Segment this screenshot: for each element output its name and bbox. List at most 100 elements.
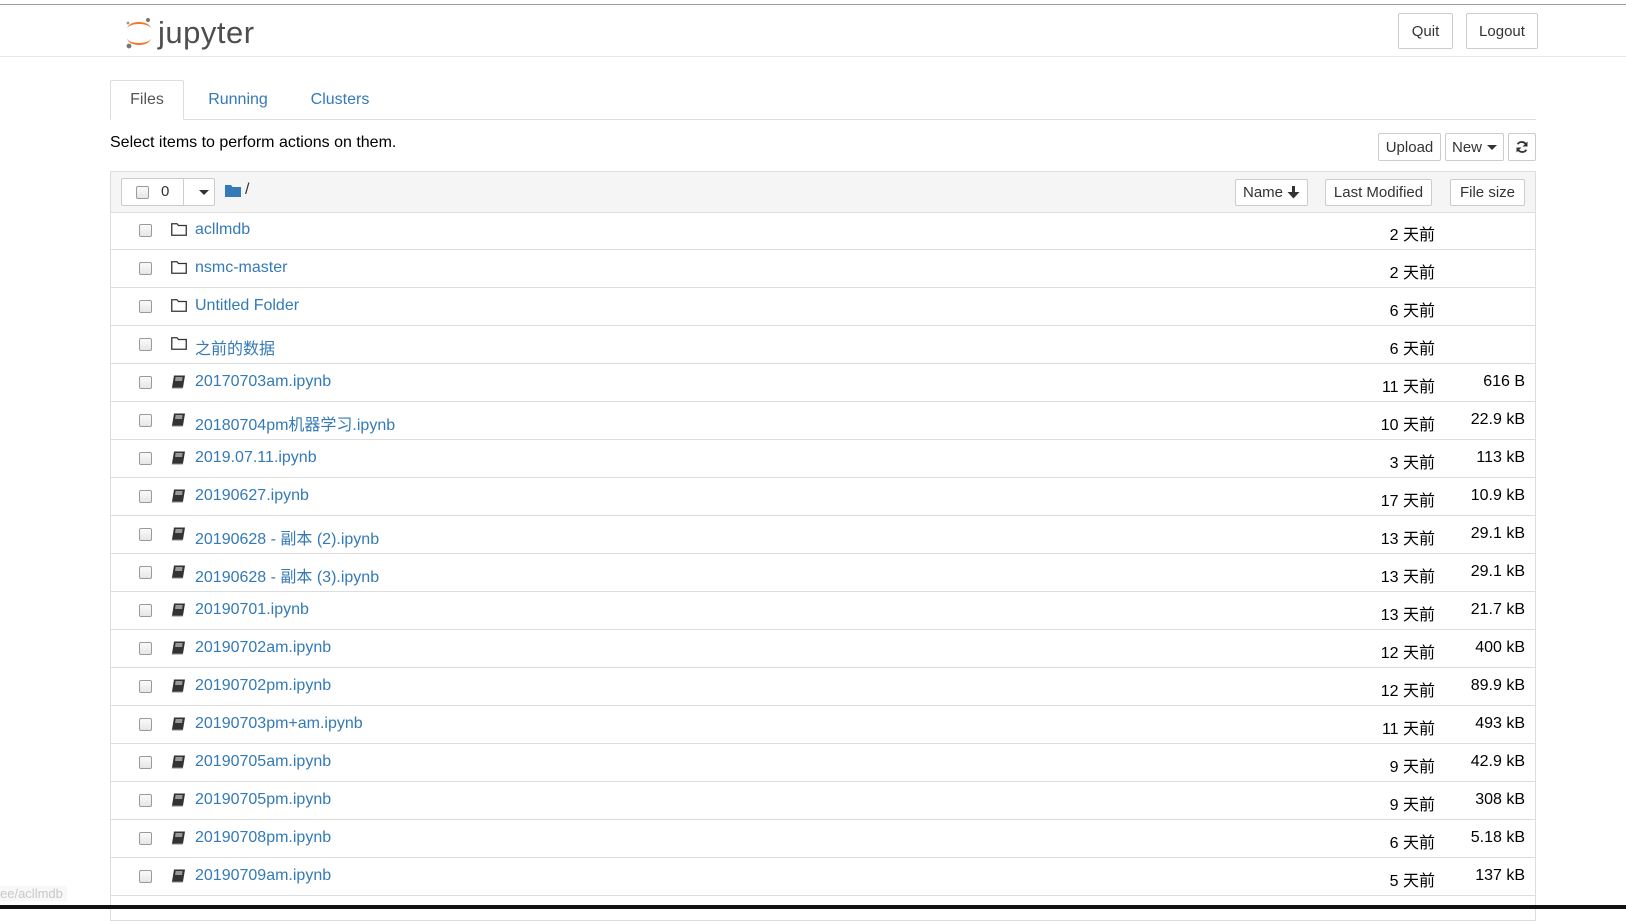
file-name-link[interactable]: 20190701.ipynb — [195, 601, 309, 619]
row-checkbox[interactable] — [139, 604, 152, 617]
folder-icon — [171, 337, 187, 355]
caret-down-icon — [1487, 144, 1497, 150]
new-label: New — [1451, 138, 1482, 156]
jupyter-logo[interactable]: jupyter — [124, 13, 255, 53]
row-checkbox[interactable] — [139, 642, 152, 655]
row-checkbox[interactable] — [139, 832, 152, 845]
file-name-link[interactable]: 20190627.ipynb — [195, 487, 309, 505]
row-checkbox[interactable] — [139, 794, 152, 807]
row-checkbox[interactable] — [139, 490, 152, 503]
file-row[interactable]: 20190709am.ipynb 5 天前 137 kB — [111, 858, 1535, 896]
sort-by-name-button[interactable]: Name — [1235, 179, 1308, 206]
row-checkbox[interactable] — [139, 262, 152, 275]
row-checkbox[interactable] — [139, 452, 152, 465]
breadcrumb[interactable]: / — [245, 181, 249, 199]
file-name-link[interactable]: 20180704pm机器学习.ipynb — [195, 411, 395, 435]
notebook-icon — [171, 717, 186, 736]
file-name-link[interactable]: 20190708pm.ipynb — [195, 829, 331, 847]
file-row[interactable]: Untitled Folder 6 天前 — [111, 288, 1535, 326]
notebook-icon — [171, 679, 186, 698]
file-name-link[interactable]: 20170703am.ipynb — [195, 373, 331, 391]
upload-button[interactable]: Upload — [1378, 133, 1441, 161]
file-name-link[interactable]: 20190705am.ipynb — [195, 753, 331, 771]
row-checkbox[interactable] — [139, 300, 152, 313]
file-size: 29.1 kB — [1470, 525, 1525, 542]
row-checkbox[interactable] — [139, 870, 152, 883]
notebook-icon — [171, 793, 186, 812]
file-last-modified: 11 天前 — [1381, 379, 1435, 396]
file-last-modified: 11 天前 — [1381, 721, 1435, 738]
tab-running[interactable]: Running — [198, 80, 278, 120]
file-last-modified: 13 天前 — [1380, 569, 1435, 586]
refresh-button[interactable] — [1508, 133, 1536, 161]
file-name-link[interactable]: 20190702am.ipynb — [195, 639, 331, 657]
file-name-link[interactable]: 20190628 - 副本 (3).ipynb — [195, 563, 379, 587]
select-all-checkbox[interactable] — [136, 186, 149, 199]
file-row[interactable]: acllmdb 2 天前 — [111, 212, 1535, 250]
file-name-link[interactable]: Untitled Folder — [195, 297, 299, 315]
file-row[interactable]: 20190705am.ipynb 9 天前 42.9 kB — [111, 744, 1535, 782]
file-last-modified: 2 天前 — [1389, 265, 1435, 282]
folder-icon[interactable] — [225, 184, 241, 197]
file-size: 400 kB — [1475, 639, 1525, 656]
row-checkbox[interactable] — [139, 224, 152, 237]
row-checkbox[interactable] — [139, 718, 152, 731]
file-row[interactable]: 20190702pm.ipynb 12 天前 89.9 kB — [111, 668, 1535, 706]
new-dropdown-button[interactable]: New — [1445, 133, 1504, 161]
notebook-icon — [171, 527, 186, 546]
file-row[interactable]: 20190703pm+am.ipynb 11 天前 493 kB — [111, 706, 1535, 744]
file-last-modified: 2 天前 — [1389, 227, 1435, 244]
row-checkbox[interactable] — [139, 528, 152, 541]
row-checkbox[interactable] — [139, 376, 152, 389]
row-checkbox[interactable] — [139, 566, 152, 579]
sort-by-modified-button[interactable]: Last Modified — [1325, 179, 1432, 206]
file-row[interactable]: nsmc-master 2 天前 — [111, 250, 1535, 288]
file-row[interactable]: 2019.07.11.ipynb 3 天前 113 kB — [111, 440, 1535, 478]
file-last-modified: 9 天前 — [1389, 797, 1435, 814]
notebook-icon — [171, 565, 186, 584]
file-name-link[interactable]: 20190702pm.ipynb — [195, 677, 331, 695]
file-row[interactable]: 20190628 - 副本 (3).ipynb 13 天前 29.1 kB — [111, 554, 1535, 592]
file-row[interactable]: 20190705pm.ipynb 9 天前 308 kB — [111, 782, 1535, 820]
file-name-link[interactable]: 20190705pm.ipynb — [195, 791, 331, 809]
notebook-icon — [171, 451, 186, 470]
file-row[interactable]: 20190701.ipynb 13 天前 21.7 kB — [111, 592, 1535, 630]
notebook-icon — [171, 375, 186, 394]
file-row[interactable]: 之前的数据 6 天前 — [111, 326, 1535, 364]
file-name-link[interactable]: acllmdb — [195, 221, 250, 239]
file-row[interactable]: 20190702am.ipynb 12 天前 400 kB — [111, 630, 1535, 668]
file-last-modified: 6 天前 — [1389, 303, 1435, 320]
row-checkbox[interactable] — [139, 680, 152, 693]
tab-clusters[interactable]: Clusters — [294, 80, 386, 120]
select-all-group[interactable]: 0 — [121, 178, 215, 206]
file-row[interactable]: 20190627.ipynb 17 天前 10.9 kB — [111, 478, 1535, 516]
file-last-modified: 12 天前 — [1380, 645, 1435, 662]
file-list-header: 0 / Name Last Modified File size — [111, 172, 1535, 213]
select-menu-caret-icon[interactable] — [199, 190, 209, 195]
row-checkbox[interactable] — [139, 338, 152, 351]
file-row[interactable]: 20170703am.ipynb 11 天前 616 B — [111, 364, 1535, 402]
file-row[interactable]: 20180704pm机器学习.ipynb 10 天前 22.9 kB — [111, 402, 1535, 440]
instructions-text: Select items to perform actions on them. — [110, 134, 397, 151]
file-row[interactable]: 20190628 - 副本 (2).ipynb 13 天前 29.1 kB — [111, 516, 1535, 554]
row-checkbox[interactable] — [139, 414, 152, 427]
sort-by-size-button[interactable]: File size — [1450, 179, 1525, 206]
file-size: 21.7 kB — [1470, 601, 1525, 618]
file-name-link[interactable]: 20190628 - 副本 (2).ipynb — [195, 525, 379, 549]
file-name-link[interactable]: 之前的数据 — [195, 335, 275, 359]
file-name-link[interactable]: nsmc-master — [195, 259, 287, 277]
file-size: 89.9 kB — [1470, 677, 1525, 694]
status-bar-url: ee/acllmdb — [0, 886, 67, 901]
file-name-link[interactable]: 20190709am.ipynb — [195, 867, 331, 885]
file-size: 493 kB — [1475, 715, 1525, 732]
quit-button[interactable]: Quit — [1398, 13, 1453, 49]
logout-button[interactable]: Logout — [1466, 13, 1538, 49]
file-last-modified: 13 天前 — [1380, 531, 1435, 548]
file-last-modified: 6 天前 — [1389, 835, 1435, 852]
tab-files[interactable]: Files — [110, 80, 184, 120]
file-row[interactable]: 20190708pm.ipynb 6 天前 5.18 kB — [111, 820, 1535, 858]
row-checkbox[interactable] — [139, 756, 152, 769]
file-name-link[interactable]: 2019.07.11.ipynb — [195, 449, 317, 467]
file-name-link[interactable]: 20190703pm+am.ipynb — [195, 715, 363, 733]
folder-icon — [171, 261, 187, 279]
